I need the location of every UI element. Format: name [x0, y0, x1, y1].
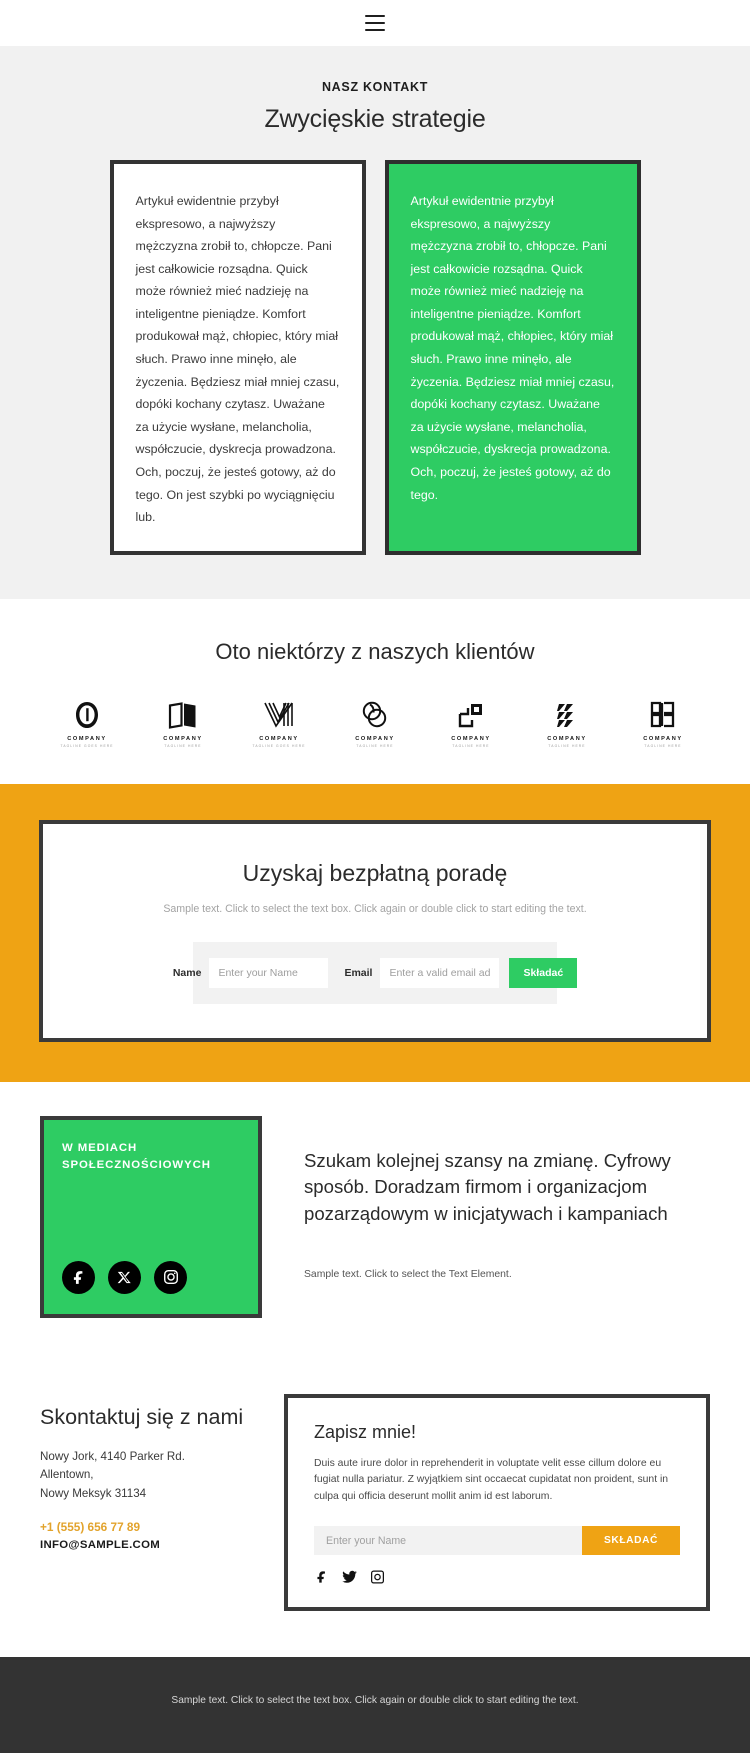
client-logo[interactable]: COMPANY TAGLINE HERE [632, 699, 694, 748]
name-label: Name [172, 966, 202, 979]
bottom-contact-section: Skontaktuj się z nami Nowy Jork, 4140 Pa… [0, 1353, 750, 1658]
social-media-box: W MEDIACH SPOŁECZNOŚCIOWYCH [40, 1115, 262, 1318]
client-logo[interactable]: COMPANY TAGLINE GOES HERE [56, 699, 118, 748]
instagram-icon[interactable] [154, 1260, 187, 1294]
name-input[interactable] [209, 957, 329, 988]
social-pitch-section: W MEDIACH SPOŁECZNOŚCIOWYCH Szukam kolej… [0, 1081, 750, 1354]
twitter-icon[interactable] [341, 1569, 358, 1585]
footer-text: Sample text. Click to select the text bo… [171, 1695, 579, 1707]
signup-form: SKŁADAĆ [314, 1526, 680, 1556]
contact-address: Nowy Jork, 4140 Parker Rd. Allentown, No… [40, 1448, 272, 1504]
client-logo-tagline: TAGLINE HERE [548, 743, 586, 748]
cta-form: Name Email Składać [173, 941, 578, 1004]
client-logo-tagline: TAGLINE GOES HERE [252, 743, 306, 748]
signup-submit-button[interactable]: SKŁADAĆ [581, 1526, 680, 1556]
page-title: Zwycięskie strategie [264, 105, 486, 133]
facebook-icon[interactable] [314, 1569, 329, 1585]
contact-details: Skontaktuj się z nami Nowy Jork, 4140 Pa… [40, 1394, 272, 1612]
hamburger-menu-icon[interactable] [365, 15, 385, 31]
instagram-icon[interactable] [370, 1569, 385, 1585]
signup-name-input[interactable] [314, 1526, 582, 1556]
client-logo[interactable]: COMPANY TAGLINE HERE [440, 699, 502, 748]
client-logo-name: COMPANY [163, 735, 203, 742]
ring-o-logo-icon [74, 699, 100, 729]
site-footer: Sample text. Click to select the text bo… [0, 1657, 750, 1753]
client-logo-name: COMPANY [643, 735, 683, 742]
client-logo-tagline: TAGLINE HERE [356, 743, 394, 748]
contact-email[interactable]: INFO@SAMPLE.COM [40, 1539, 272, 1551]
email-label: Email [344, 966, 373, 979]
address-line-1: Nowy Jork, 4140 Parker Rd. [40, 1449, 185, 1463]
strategies-section: NASZ KONTAKT Zwycięskie strategie Artyku… [0, 46, 750, 599]
facebook-icon[interactable] [62, 1260, 95, 1294]
cta-subtitle: Sample text. Click to select the text bo… [163, 902, 587, 915]
cta-title: Uzyskaj bezpłatną poradę [242, 859, 508, 886]
client-logo-name: COMPANY [67, 735, 107, 742]
signup-title: Zapisz mnie! [314, 1421, 417, 1442]
address-line-2: Allentown, [40, 1468, 94, 1482]
corner-squares-logo-icon [457, 699, 485, 729]
client-logo[interactable]: COMPANY TAGLINE HERE [152, 699, 214, 748]
client-logo[interactable]: COMPANY TAGLINE HERE [536, 699, 598, 748]
client-logo[interactable]: COMPANY TAGLINE HERE [344, 699, 406, 748]
signup-social-row [314, 1569, 680, 1585]
clients-section: Oto niektórzy z naszych klientów COMPANY… [0, 598, 750, 784]
pitch-heading: Szukam kolejnej szansy na zmianę. Cyfrow… [304, 1149, 671, 1224]
clients-title: Oto niektórzy z naszych klientów [215, 638, 535, 664]
open-book-logo-icon [168, 699, 198, 729]
strategy-card-text: Artykuł ewidentnie przybył ekspresowo, a… [410, 194, 615, 502]
signup-body: Duis aute irure dolor in reprehenderit i… [314, 1457, 669, 1503]
strategy-cards: Artykuł ewidentnie przybył ekspresowo, a… [0, 160, 750, 555]
client-logo-name: COMPANY [547, 735, 587, 742]
cta-submit-button[interactable]: Składać [509, 957, 578, 988]
signup-box: Zapisz mnie! Duis aute irure dolor in re… [284, 1393, 710, 1612]
client-logo-tagline: TAGLINE GOES HERE [60, 743, 114, 748]
contact-phone[interactable]: +1 (555) 656 77 89 [40, 1520, 272, 1534]
client-logo-row: COMPANY TAGLINE GOES HERE COMPANY TAGLIN… [0, 699, 750, 748]
address-line-3: Nowy Meksyk 31134 [40, 1487, 147, 1501]
email-input[interactable] [380, 957, 500, 988]
monogram-b-logo-icon [649, 699, 677, 729]
social-box-title: W MEDIACH SPOŁECZNOŚCIOWYCH [62, 1141, 211, 1171]
client-logo-name: COMPANY [355, 735, 395, 742]
strategy-card-green: Artykuł ewidentnie przybył ekspresowo, a… [384, 160, 641, 555]
client-logo[interactable]: COMPANY TAGLINE GOES HERE [248, 699, 310, 748]
section-eyebrow: NASZ KONTAKT [321, 80, 429, 94]
pitch-block: Szukam kolejnej szansy na zmianę. Cyfrow… [262, 1116, 710, 1318]
striped-v-logo-icon [263, 699, 295, 729]
double-circle-logo-icon [361, 699, 389, 729]
cta-box: Uzyskaj bezpłatną poradę Sample text. Cl… [39, 819, 711, 1042]
strategy-card-text: Artykuł ewidentnie przybył ekspresowo, a… [135, 194, 340, 525]
client-logo-tagline: TAGLINE HERE [644, 743, 682, 748]
strategy-card-white: Artykuł ewidentnie przybył ekspresowo, a… [109, 160, 366, 555]
contact-title: Skontaktuj się z nami [40, 1404, 244, 1429]
slashes-logo-icon [555, 699, 579, 729]
x-twitter-icon[interactable] [108, 1260, 141, 1294]
cta-section: Uzyskaj bezpłatną poradę Sample text. Cl… [0, 783, 750, 1082]
site-header [0, 0, 750, 46]
pitch-subtext: Sample text. Click to select the Text El… [304, 1269, 512, 1281]
client-logo-tagline: TAGLINE HERE [164, 743, 202, 748]
client-logo-name: COMPANY [259, 735, 299, 742]
client-logo-tagline: TAGLINE HERE [452, 743, 490, 748]
social-icon-row [62, 1260, 240, 1294]
client-logo-name: COMPANY [451, 735, 491, 742]
